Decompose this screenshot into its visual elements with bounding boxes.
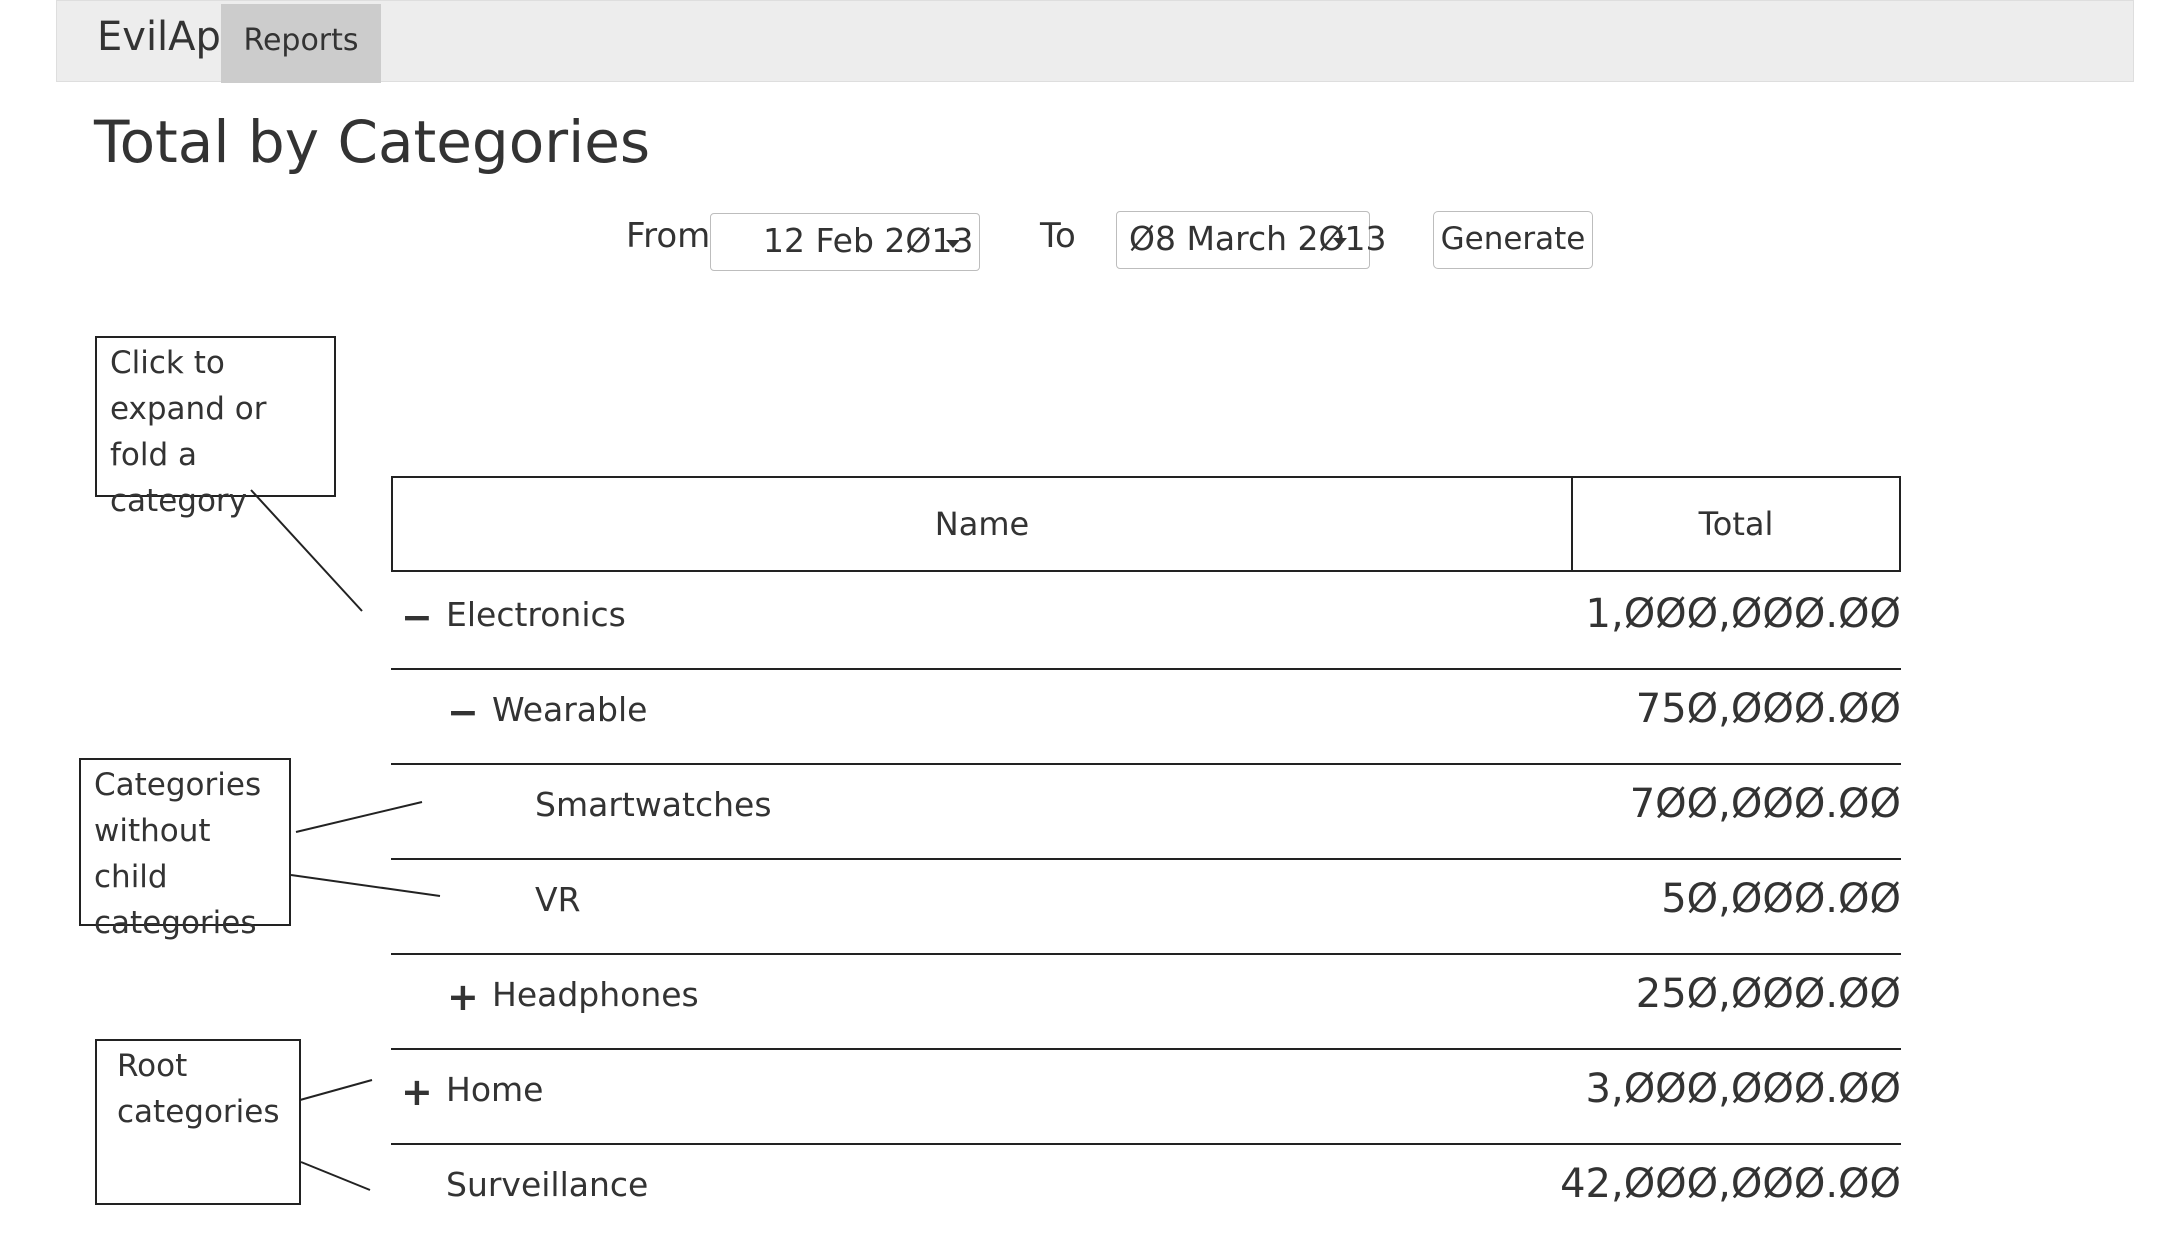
connector-line: [250, 489, 363, 612]
connector-line: [290, 874, 441, 897]
connector-line: [295, 801, 423, 833]
connector-line: [300, 1161, 371, 1191]
connector-line: [299, 1079, 373, 1101]
annotation-connectors: [250, 489, 441, 1191]
